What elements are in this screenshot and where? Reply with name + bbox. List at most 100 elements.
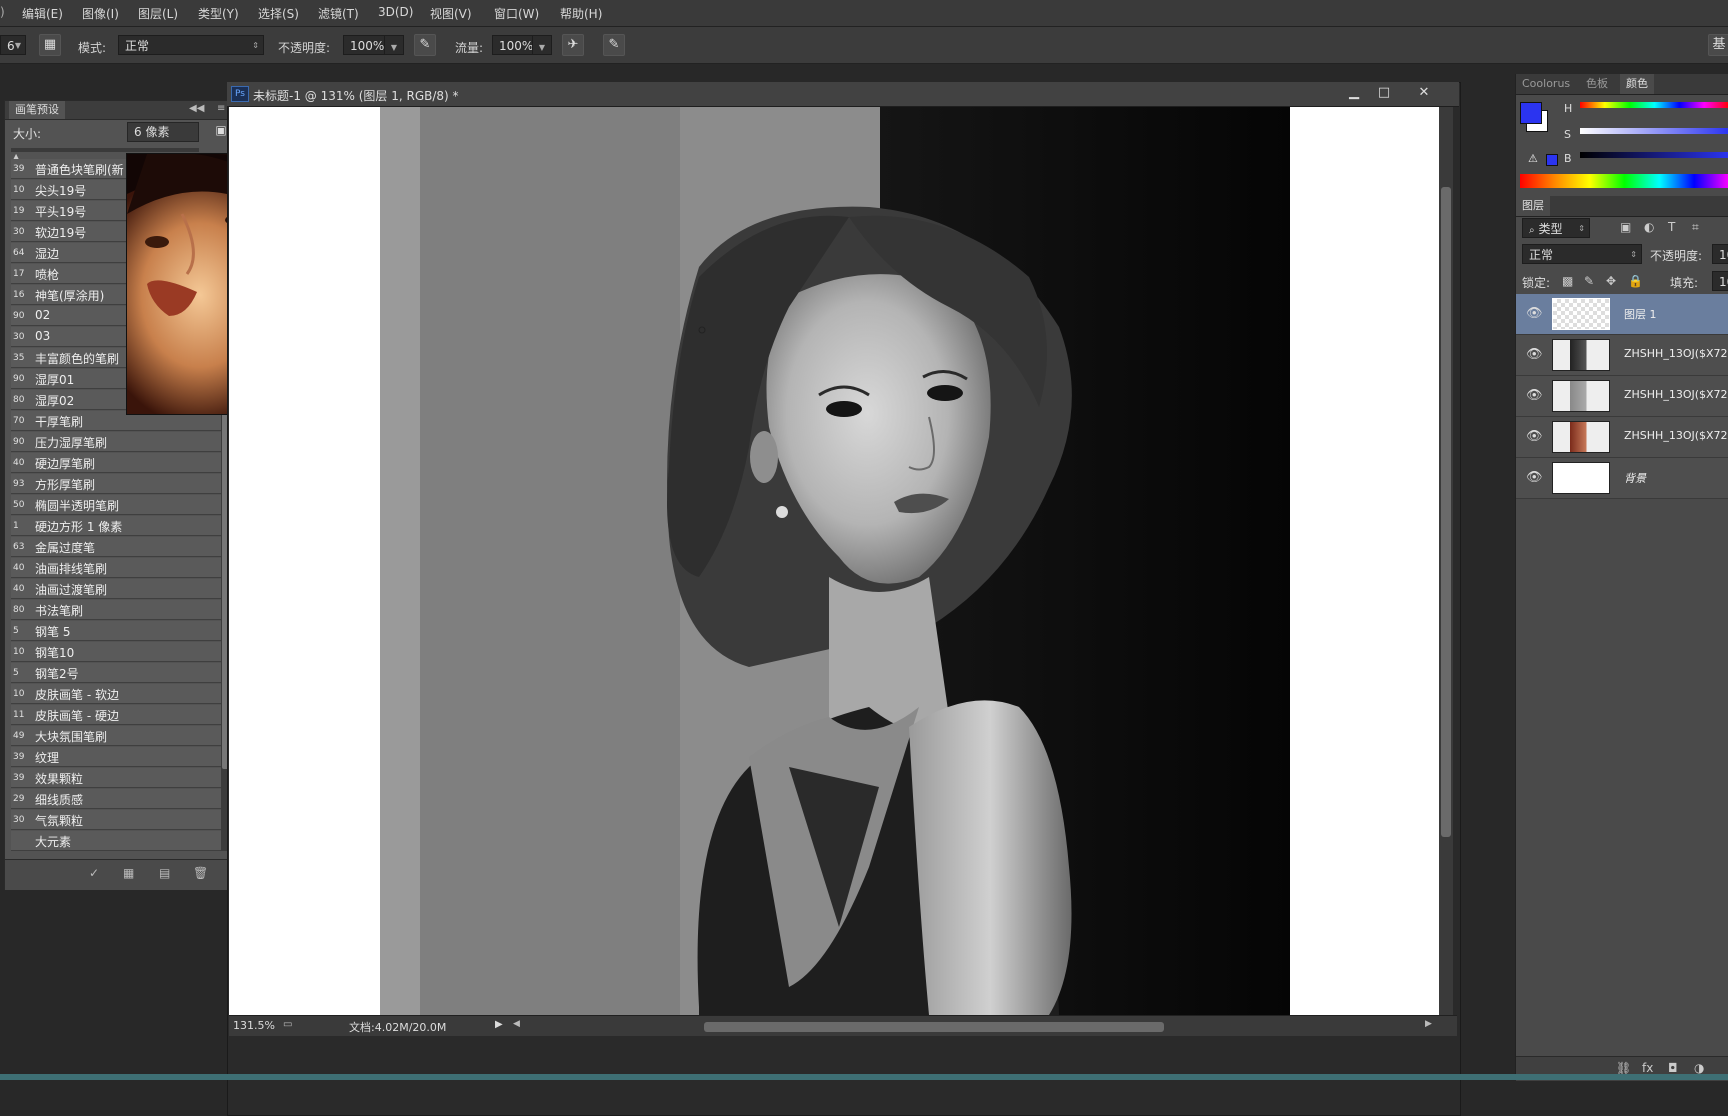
layer-name[interactable]: ZHSHH_13OJ($X72 xyxy=(1624,388,1728,401)
brush-preset-item[interactable]: 30 气氛颗粒 xyxy=(11,810,221,830)
brush-preset-item[interactable]: 39 纹理 xyxy=(11,747,221,767)
vertical-scroll-thumb[interactable] xyxy=(1441,187,1451,837)
opacity-dropdown-button[interactable]: ▼ xyxy=(384,35,404,55)
tab-swatches[interactable]: 色板 xyxy=(1580,74,1614,94)
menu-select[interactable]: 选择(S) xyxy=(258,5,299,22)
grid-icon[interactable]: ▦ xyxy=(123,866,134,880)
close-icon[interactable]: ✕ xyxy=(1415,85,1433,101)
menu-help[interactable]: 帮助(H) xyxy=(560,5,602,22)
horizontal-scroll-thumb[interactable] xyxy=(704,1022,1164,1032)
layer-row[interactable]: 👁 ZHSHH_13OJ($X72 xyxy=(1516,376,1728,417)
link-layers-icon[interactable]: ⛓ xyxy=(1616,1061,1631,1075)
canvas[interactable] xyxy=(229,107,1439,1015)
brush-preset-item[interactable]: 10 皮肤画笔 - 软边 xyxy=(11,684,221,704)
brush-preset-item[interactable]: 40 油画排线笔刷 xyxy=(11,558,221,578)
workspace-button[interactable]: 基 xyxy=(1708,34,1728,56)
menu-3d[interactable]: 3D(D) xyxy=(378,5,413,19)
adjustment-filter-icon[interactable]: ◐ xyxy=(1644,220,1654,234)
brush-preset-item[interactable]: 5 钢笔 5 xyxy=(11,621,221,641)
brightness-slider[interactable] xyxy=(1580,152,1728,158)
layer-name[interactable]: 背景 xyxy=(1624,470,1646,486)
eye-icon[interactable]: 👁 xyxy=(1526,470,1543,485)
layer-row[interactable]: 👁 背景 xyxy=(1516,458,1728,499)
brush-preset-item[interactable]: 10 钢笔10 xyxy=(11,642,221,662)
lock-move-icon[interactable]: ✥ xyxy=(1606,274,1616,288)
lock-all-icon[interactable]: 🔒 xyxy=(1628,274,1643,288)
brush-panel-toggle-icon[interactable]: ▦ xyxy=(39,34,61,56)
brush-preset-item[interactable]: 40 硬边厚笔刷 xyxy=(11,453,221,473)
canvas-vertical-scrollbar[interactable] xyxy=(1439,107,1453,1015)
brush-preset-item[interactable]: 大元素 xyxy=(11,831,221,851)
menu-edit[interactable]: 编辑(E) xyxy=(22,5,63,22)
adjustment-layer-icon[interactable]: ◑ xyxy=(1694,1061,1704,1075)
menu-view[interactable]: 视图(V) xyxy=(430,5,472,22)
layer-name[interactable]: ZHSHH_13OJ($X72 xyxy=(1624,347,1728,360)
warning-icon[interactable]: ⚠ xyxy=(1528,152,1538,165)
brush-preset-item[interactable]: 49 大块氛围笔刷 xyxy=(11,726,221,746)
new-preset-icon[interactable]: ▤ xyxy=(159,866,170,880)
document-title-bar[interactable]: Ps 未标题-1 @ 131% (图层 1, RGB/8) * ▁ □ ✕ xyxy=(227,82,1459,107)
websafe-color-swatch[interactable] xyxy=(1546,154,1558,166)
brush-size-picker[interactable]: 6 ▼ xyxy=(0,35,26,55)
color-spectrum-bar[interactable] xyxy=(1520,174,1728,188)
brush-preset-item[interactable]: 90 压力湿厚笔刷 xyxy=(11,432,221,452)
menu-type[interactable]: 类型(Y) xyxy=(198,5,239,22)
pressure-size-icon[interactable]: ✎ xyxy=(603,34,625,56)
layer-filter-select[interactable]: ⌕ 类型 ⇕ xyxy=(1522,218,1590,238)
brush-preset-item[interactable]: 93 方形厚笔刷 xyxy=(11,474,221,494)
flow-dropdown-button[interactable]: ▼ xyxy=(532,35,552,55)
tab-color[interactable]: 颜色 xyxy=(1620,74,1654,94)
add-mask-icon[interactable]: ◘ xyxy=(1668,1061,1678,1075)
status-menu-arrow-icon[interactable]: ▶ xyxy=(495,1019,503,1030)
saturation-slider[interactable] xyxy=(1580,128,1728,134)
lock-brush-icon[interactable]: ✎ xyxy=(1584,274,1594,288)
brush-preset-item[interactable]: 39 效果颗粒 xyxy=(11,768,221,788)
maximize-icon[interactable]: □ xyxy=(1375,85,1393,101)
menu-image[interactable]: 图像(I) xyxy=(82,5,119,22)
eye-icon[interactable]: 👁 xyxy=(1526,388,1543,403)
minimize-icon[interactable]: ▁ xyxy=(1345,85,1363,101)
layer-blend-mode-select[interactable]: 正常 ⇕ xyxy=(1522,244,1642,264)
menu-layer[interactable]: 图层(L) xyxy=(138,5,178,22)
brush-preset-item[interactable]: 40 油画过渡笔刷 xyxy=(11,579,221,599)
lock-transparent-icon[interactable]: ▩ xyxy=(1562,274,1573,288)
layer-name[interactable]: ZHSHH_13OJ($X72 xyxy=(1624,429,1728,442)
brush-preset-item[interactable]: 11 皮肤画笔 - 硬边 xyxy=(11,705,221,725)
scroll-left-icon[interactable]: ◀ xyxy=(513,1019,520,1029)
eye-icon[interactable]: 👁 xyxy=(1526,347,1543,362)
eye-icon[interactable]: 👁 xyxy=(1526,429,1543,444)
brush-preset-item[interactable]: 80 书法笔刷 xyxy=(11,600,221,620)
brush-preset-item[interactable]: 29 细线质感 xyxy=(11,789,221,809)
blend-mode-select[interactable]: 正常 ⇕ xyxy=(118,35,264,55)
pressure-opacity-icon[interactable]: ✎ xyxy=(414,34,436,56)
toggle-brush-panel-icon[interactable]: ✓ xyxy=(89,866,99,880)
layer-row[interactable]: 👁 图层 1 xyxy=(1516,294,1728,335)
size-slider-track[interactable] xyxy=(11,148,199,152)
brush-presets-tab[interactable]: 画笔预设 xyxy=(9,101,65,119)
menu-filter[interactable]: 滤镜(T) xyxy=(318,5,359,22)
scroll-right-icon[interactable]: ▶ xyxy=(1425,1019,1432,1029)
airbrush-icon[interactable]: ✈ xyxy=(562,34,584,56)
collapse-icon[interactable]: ◀◀ xyxy=(189,103,204,114)
tab-layers[interactable]: 图层 xyxy=(1516,196,1550,216)
hue-slider[interactable] xyxy=(1580,102,1728,108)
fx-icon[interactable]: fx xyxy=(1642,1061,1653,1075)
eye-icon[interactable]: 👁 xyxy=(1526,306,1543,321)
panel-menu-icon[interactable]: ≡ xyxy=(217,103,225,114)
layer-row[interactable]: 👁 ZHSHH_13OJ($X72 xyxy=(1516,417,1728,458)
type-filter-icon[interactable]: T xyxy=(1668,220,1675,234)
fill-input[interactable]: 10 xyxy=(1712,271,1728,291)
tab-coolorus[interactable]: Coolorus xyxy=(1516,74,1576,94)
zoom-level[interactable]: 131.5% xyxy=(233,1019,275,1032)
brush-preset-item[interactable]: 1 硬边方形 1 像素 xyxy=(11,516,221,536)
layer-row[interactable]: 👁 ZHSHH_13OJ($X72 xyxy=(1516,335,1728,376)
layer-name[interactable]: 图层 1 xyxy=(1624,306,1657,322)
layer-opacity-input[interactable]: 10 xyxy=(1712,244,1728,264)
trash-icon[interactable]: 🗑 xyxy=(193,866,208,880)
shape-filter-icon[interactable]: ⌗ xyxy=(1692,220,1699,235)
foreground-color-swatch[interactable] xyxy=(1520,102,1542,124)
brush-preset-item[interactable]: 63 金属过度笔 xyxy=(11,537,221,557)
brush-preset-item[interactable]: 5 钢笔2号 xyxy=(11,663,221,683)
brush-size-input[interactable]: 6 像素 xyxy=(127,122,199,142)
image-filter-icon[interactable]: ▣ xyxy=(1620,220,1631,234)
